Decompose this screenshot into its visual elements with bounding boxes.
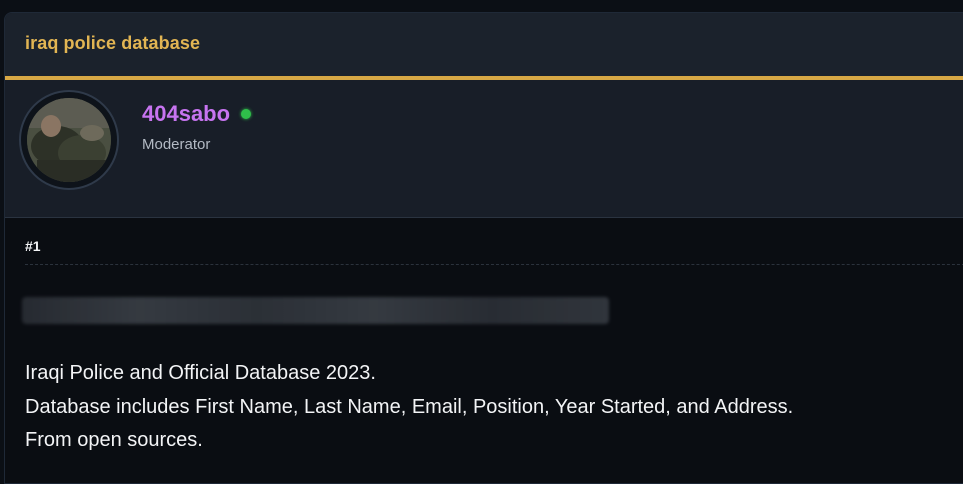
username-link[interactable]: 404sabo xyxy=(142,101,230,127)
thread-title: iraq police database xyxy=(25,33,201,53)
post-text-line: From open sources. xyxy=(25,429,203,451)
post-number-link[interactable]: #1 xyxy=(25,238,41,254)
post-text-line: Database includes First Name, Last Name,… xyxy=(25,396,794,418)
redacted-content xyxy=(22,297,609,324)
thread-container: iraq police database 404sabo Moderator #… xyxy=(4,12,963,484)
post-author-bar: 404sabo Moderator xyxy=(5,80,963,218)
thread-header: iraq police database xyxy=(5,13,963,80)
post-body: #1 Iraqi Police and Official Database 20… xyxy=(5,218,963,483)
username-row: 404sabo xyxy=(142,101,252,127)
avatar[interactable] xyxy=(19,90,119,190)
user-role: Moderator xyxy=(142,136,211,153)
post-text-line: Iraqi Police and Official Database 2023. xyxy=(25,362,376,384)
avatar-image xyxy=(27,98,111,182)
online-status-icon xyxy=(241,109,252,119)
post-divider xyxy=(25,264,963,265)
